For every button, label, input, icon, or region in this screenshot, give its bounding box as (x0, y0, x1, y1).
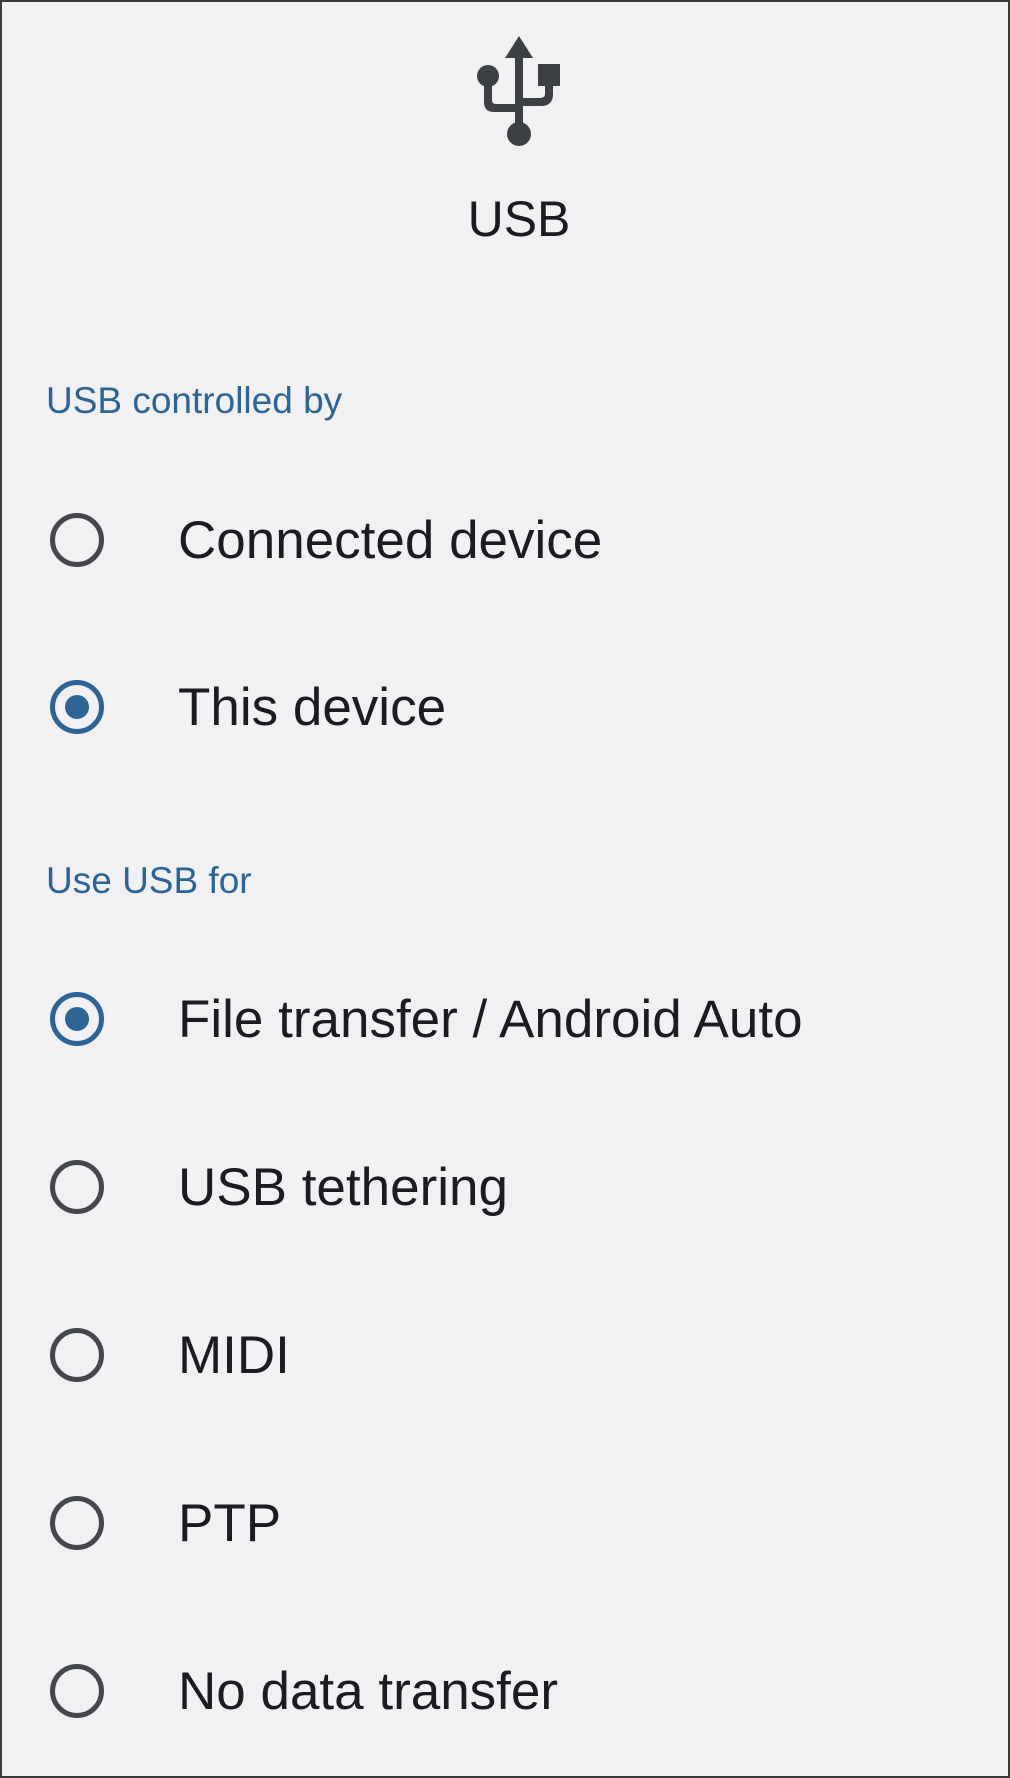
option-ptp[interactable]: PTP (2, 1439, 1008, 1607)
radio-button-unchecked[interactable] (50, 1160, 104, 1214)
radio-selected-dot (65, 1007, 89, 1031)
option-no-data-transfer[interactable]: No data transfer (2, 1607, 1008, 1775)
section-header-controlled-by: USB controlled by (46, 380, 343, 421)
dialog-title: USB (467, 191, 571, 247)
radio-button-unchecked[interactable] (50, 1496, 104, 1550)
usb-icon (476, 36, 562, 154)
usb-preferences-screen: USB USB controlled by Connected device T… (0, 0, 1010, 1778)
dialog-header: USB (2, 2, 1008, 292)
option-label: This device (178, 678, 447, 737)
section-header-use-usb-for: Use USB for (46, 860, 252, 901)
radio-button-checked[interactable] (50, 680, 104, 734)
option-midi[interactable]: MIDI (2, 1271, 1008, 1439)
option-label: USB tethering (178, 1158, 508, 1217)
option-label: MIDI (178, 1326, 290, 1385)
option-usb-tethering[interactable]: USB tethering (2, 1103, 1008, 1271)
option-label: PTP (178, 1494, 282, 1553)
option-file-transfer[interactable]: File transfer / Android Auto (2, 935, 1008, 1103)
option-label: No data transfer (178, 1662, 559, 1721)
option-label: File transfer / Android Auto (178, 990, 803, 1049)
radio-button-unchecked[interactable] (50, 1664, 104, 1718)
option-connected-device[interactable]: Connected device (2, 456, 1008, 624)
radio-button-unchecked[interactable] (50, 513, 104, 567)
option-this-device[interactable]: This device (2, 623, 1008, 791)
radio-selected-dot (65, 695, 89, 719)
radio-button-checked[interactable] (50, 992, 104, 1046)
radio-button-unchecked[interactable] (50, 1328, 104, 1382)
option-label: Connected device (178, 511, 603, 570)
